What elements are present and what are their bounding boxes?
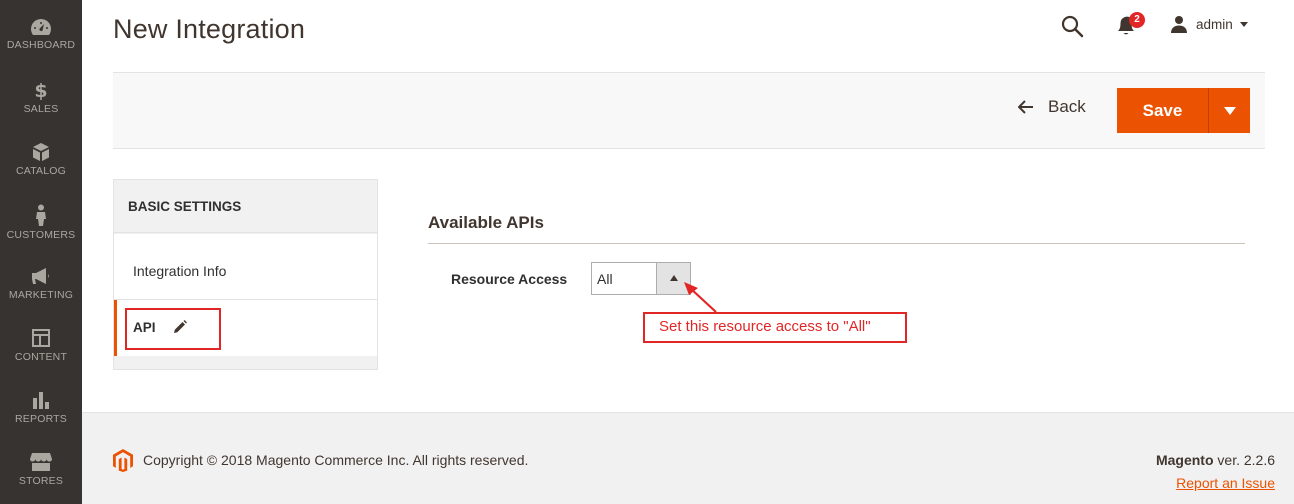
layout-icon	[32, 329, 50, 347]
megaphone-icon	[32, 268, 49, 284]
sidebar-item-customers[interactable]: CUSTOMERS	[0, 204, 82, 266]
sidebar-label: STORES	[18, 475, 64, 487]
user-menu[interactable]: admin	[1170, 14, 1248, 34]
box-icon	[33, 143, 49, 161]
tab-integration-info[interactable]: Integration Info	[114, 234, 377, 300]
store-icon	[30, 453, 52, 471]
save-button[interactable]: Save	[1117, 88, 1208, 133]
sidebar-item-marketing[interactable]: MARKETING	[0, 266, 82, 328]
pencil-icon	[174, 320, 187, 333]
resource-access-label: Resource Access	[451, 271, 568, 287]
brand-name: Magento	[1155, 452, 1214, 468]
settings-tabs: BASIC SETTINGS Integration Info API	[113, 179, 378, 370]
sidebar-item-reports[interactable]: REPORTS	[0, 390, 82, 452]
dashboard-icon	[31, 19, 51, 35]
person-icon	[36, 204, 46, 226]
magento-logo-icon	[113, 449, 133, 472]
resource-access-select[interactable]: All	[591, 262, 691, 295]
sidebar-label: DASHBOARD	[6, 39, 76, 51]
save-split-button: Save	[1117, 88, 1250, 133]
search-icon[interactable]	[1060, 14, 1084, 38]
annotation-callout: Set this resource access to "All"	[643, 312, 907, 343]
save-options-toggle[interactable]	[1208, 88, 1250, 133]
version-number: ver. 2.2.6	[1213, 452, 1275, 468]
svg-text:$: $	[34, 80, 47, 100]
sidebar-label: SALES	[23, 103, 59, 115]
bar-chart-icon	[33, 392, 49, 409]
sidebar-item-sales[interactable]: $ SALES	[0, 80, 82, 142]
copyright-text: Copyright © 2018 Magento Commerce Inc. A…	[143, 452, 529, 468]
back-label: Back	[1048, 97, 1086, 116]
report-issue-link[interactable]: Report an Issue	[1176, 475, 1275, 491]
version-text: Magento ver. 2.2.6	[1156, 452, 1275, 468]
sidebar-item-dashboard[interactable]: DASHBOARD	[0, 18, 82, 80]
sidebar-item-catalog[interactable]: CATALOG	[0, 142, 82, 204]
sidebar-label: CONTENT	[14, 351, 68, 363]
admin-sidebar: DASHBOARD $ SALES CATALOG CUSTOMERS MARK…	[0, 0, 82, 504]
section-title: Available APIs	[428, 213, 544, 232]
section-divider	[428, 243, 1245, 244]
page-footer: Copyright © 2018 Magento Commerce Inc. A…	[82, 412, 1294, 504]
sidebar-label: MARKETING	[8, 289, 74, 301]
page-actions-bar: Back Save	[113, 72, 1265, 149]
sidebar-item-stores[interactable]: STORES	[0, 452, 82, 504]
select-toggle[interactable]	[656, 263, 690, 294]
page-title: New Integration	[113, 14, 306, 44]
user-icon	[1171, 16, 1187, 33]
back-button[interactable]: Back	[1018, 97, 1086, 117]
dollar-icon: $	[34, 80, 47, 100]
arrow-left-icon	[1018, 100, 1033, 114]
sidebar-label: REPORTS	[15, 413, 67, 425]
tab-api[interactable]: API	[114, 300, 377, 356]
caret-down-icon	[1223, 106, 1236, 115]
notification-badge[interactable]: 2	[1129, 12, 1145, 28]
sidebar-item-content[interactable]: CONTENT	[0, 328, 82, 390]
tab-api-label: API	[133, 320, 156, 335]
username: admin	[1196, 16, 1233, 32]
tabs-heading: BASIC SETTINGS	[114, 180, 377, 233]
caret-up-icon	[670, 275, 678, 281]
sidebar-label: CATALOG	[15, 165, 67, 177]
sidebar-label: CUSTOMERS	[6, 229, 76, 241]
resource-access-value: All	[597, 271, 613, 287]
chevron-down-icon	[1239, 21, 1248, 27]
